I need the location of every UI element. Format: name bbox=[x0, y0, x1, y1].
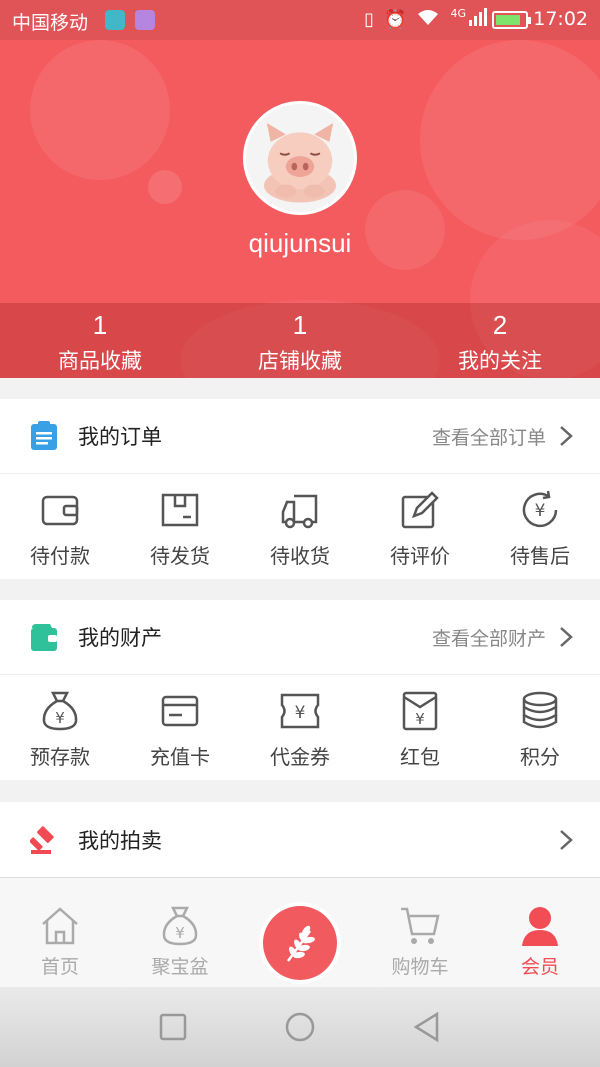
asset-label: 充值卡 bbox=[150, 745, 210, 769]
order-pending-payment[interactable]: 待付款 bbox=[0, 474, 120, 579]
auction-title: 我的拍卖 bbox=[78, 828, 162, 853]
clipboard-icon bbox=[31, 421, 57, 450]
stat-count: 2 bbox=[492, 310, 508, 340]
order-label: 待售后 bbox=[510, 544, 570, 568]
edit-icon bbox=[401, 491, 439, 529]
wifi-icon bbox=[416, 8, 440, 31]
stats-bar: 1 商品收藏 1 店铺收藏 2 我的关注 bbox=[0, 303, 600, 378]
username: qiujunsui bbox=[248, 228, 352, 258]
stat-store-favorites[interactable]: 1 店铺收藏 bbox=[200, 303, 400, 378]
signal-icon bbox=[468, 7, 490, 32]
order-label: 待发货 bbox=[150, 544, 210, 568]
gavel-icon bbox=[30, 825, 54, 854]
network-type: 4G bbox=[450, 7, 466, 20]
card-icon bbox=[161, 695, 199, 727]
asset-label: 红包 bbox=[400, 745, 440, 769]
stat-count: 1 bbox=[292, 310, 308, 340]
asset-red-envelope[interactable]: ¥ 红包 bbox=[360, 675, 480, 780]
money-bag-icon: ¥ bbox=[42, 691, 78, 731]
svg-text:¥: ¥ bbox=[295, 703, 306, 723]
order-label: 待评价 bbox=[390, 544, 450, 568]
tab-member[interactable]: 会员 bbox=[480, 878, 600, 987]
orders-header[interactable]: 我的订单 查看全部订单 bbox=[0, 399, 600, 474]
profile-header: 中国移动 ▯ ⏰ 4G 17:02 qiujunsui 1 商品收藏 1 店铺收… bbox=[0, 0, 600, 378]
center-action-button[interactable] bbox=[263, 906, 337, 980]
wallet-icon bbox=[41, 495, 79, 526]
refund-icon: ¥ bbox=[522, 490, 558, 528]
notification-gallery-icon bbox=[135, 10, 155, 30]
stat-label: 我的关注 bbox=[458, 349, 542, 373]
voucher-icon: ¥ bbox=[280, 693, 320, 729]
view-all-assets-link[interactable]: 查看全部财产 bbox=[432, 624, 546, 651]
alarm-icon: ⏰ bbox=[384, 9, 407, 30]
assets-header[interactable]: 我的财产 查看全部财产 bbox=[0, 600, 600, 675]
vibrate-icon: ▯ bbox=[364, 9, 375, 30]
tab-label: 聚宝盆 bbox=[151, 956, 209, 978]
bottom-tabbar: 首页 ¥ 聚宝盆 购物车 会员 bbox=[0, 877, 600, 987]
view-all-orders-link[interactable]: 查看全部订单 bbox=[432, 423, 546, 450]
user-icon bbox=[522, 907, 558, 946]
asset-label: 积分 bbox=[520, 745, 560, 769]
avatar[interactable] bbox=[243, 101, 357, 215]
stat-product-favorites[interactable]: 1 商品收藏 bbox=[0, 303, 200, 378]
tab-home[interactable]: 首页 bbox=[0, 878, 120, 987]
recent-apps-icon[interactable] bbox=[156, 1010, 190, 1044]
carrier-label: 中国移动 bbox=[12, 12, 89, 34]
asset-label: 代金券 bbox=[270, 745, 330, 769]
tab-label: 首页 bbox=[40, 956, 79, 978]
cart-icon bbox=[401, 907, 440, 944]
asset-voucher[interactable]: ¥ 代金券 bbox=[240, 675, 360, 780]
asset-points[interactable]: 积分 bbox=[480, 675, 600, 780]
pig-avatar-icon bbox=[264, 122, 336, 203]
order-label: 待付款 bbox=[30, 544, 90, 568]
tab-center[interactable] bbox=[240, 878, 360, 987]
svg-text:¥: ¥ bbox=[535, 501, 546, 521]
svg-text:¥: ¥ bbox=[175, 924, 185, 942]
money-bag-icon: ¥ bbox=[162, 906, 198, 946]
home-nav-icon[interactable] bbox=[283, 1010, 317, 1044]
assets-card: 我的财产 查看全部财产 ¥ 预存款 充值卡 ¥ 代金券 ¥ 红包 积分 bbox=[0, 600, 600, 780]
tab-label: 会员 bbox=[520, 956, 559, 978]
coins-icon bbox=[522, 691, 558, 729]
wheat-icon bbox=[286, 925, 315, 962]
truck-icon bbox=[281, 494, 318, 529]
auction-card: 我的拍卖 bbox=[0, 802, 600, 877]
svg-text:¥: ¥ bbox=[415, 710, 425, 728]
asset-deposit[interactable]: ¥ 预存款 bbox=[0, 675, 120, 780]
order-after-sales[interactable]: ¥ 待售后 bbox=[480, 474, 600, 579]
order-pending-receipt[interactable]: 待收货 bbox=[240, 474, 360, 579]
stat-following[interactable]: 2 我的关注 bbox=[400, 303, 600, 378]
tab-treasure[interactable]: ¥ 聚宝盆 bbox=[120, 878, 240, 987]
home-icon bbox=[42, 907, 78, 945]
red-envelope-icon: ¥ bbox=[402, 691, 438, 731]
battery-icon bbox=[492, 11, 531, 29]
clock: 17:02 bbox=[533, 8, 588, 30]
chevron-right-icon bbox=[560, 627, 573, 647]
tab-label: 购物车 bbox=[391, 956, 449, 978]
stat-label: 店铺收藏 bbox=[258, 349, 342, 373]
tab-cart[interactable]: 购物车 bbox=[360, 878, 480, 987]
stat-count: 1 bbox=[92, 310, 108, 340]
system-nav-bar bbox=[0, 987, 600, 1067]
box-icon bbox=[161, 493, 199, 527]
asset-label: 预存款 bbox=[30, 745, 90, 769]
order-label: 待收货 bbox=[270, 544, 330, 568]
order-pending-review[interactable]: 待评价 bbox=[360, 474, 480, 579]
stat-label: 商品收藏 bbox=[58, 349, 142, 373]
chevron-right-icon bbox=[560, 829, 573, 850]
auction-header[interactable]: 我的拍卖 bbox=[0, 802, 600, 877]
back-icon[interactable] bbox=[410, 1010, 444, 1044]
asset-recharge-card[interactable]: 充值卡 bbox=[120, 675, 240, 780]
assets-title: 我的财产 bbox=[78, 626, 162, 650]
chevron-right-icon bbox=[560, 426, 573, 446]
wallet-green-icon bbox=[31, 624, 57, 651]
orders-title: 我的订单 bbox=[78, 425, 162, 449]
svg-text:¥: ¥ bbox=[55, 709, 65, 727]
status-bar: 中国移动 ▯ ⏰ 4G 17:02 bbox=[0, 0, 600, 40]
notification-app-icon bbox=[105, 10, 125, 30]
orders-card: 我的订单 查看全部订单 待付款 待发货 待收货 待评价 ¥ 待售后 bbox=[0, 399, 600, 579]
order-pending-shipment[interactable]: 待发货 bbox=[120, 474, 240, 579]
